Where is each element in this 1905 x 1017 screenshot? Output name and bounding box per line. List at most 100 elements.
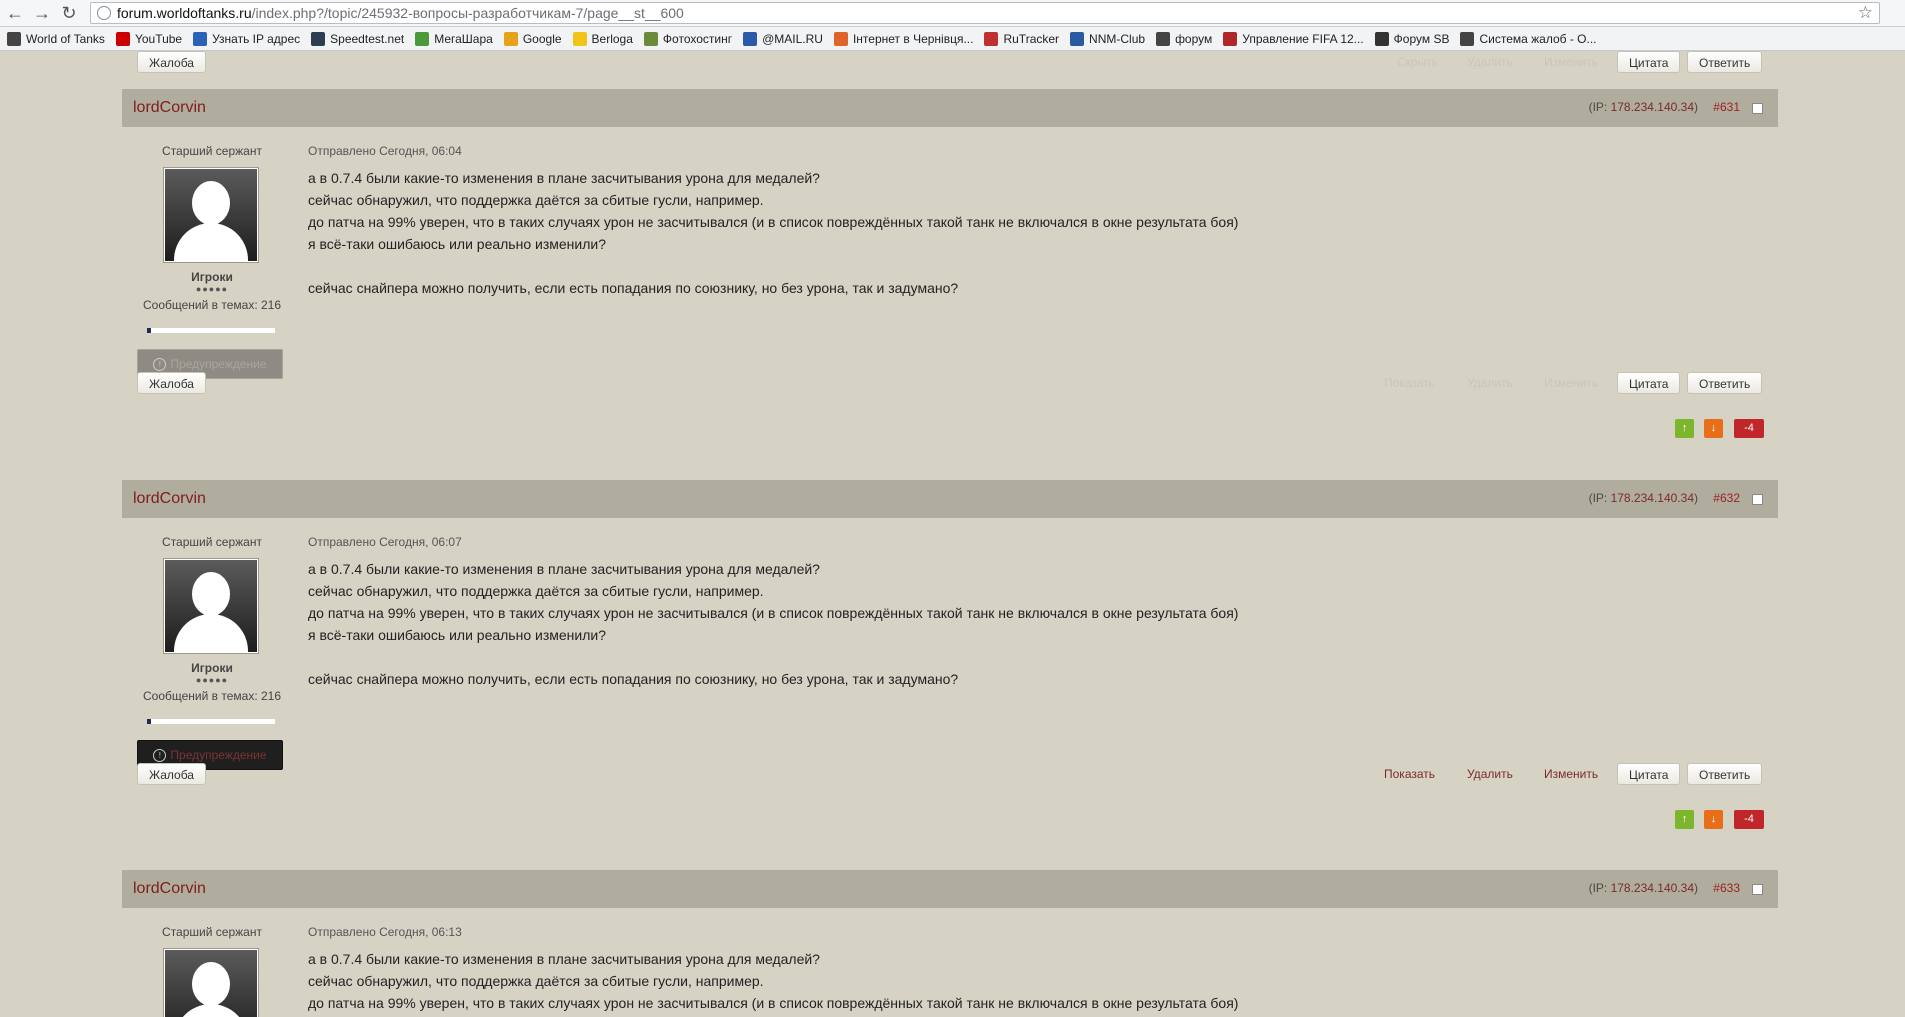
url-path: /index.php?/topic/245932-вопросы-разрабо… <box>251 5 684 21</box>
bookmark-item[interactable]: NNM-Club <box>1070 31 1146 46</box>
bookmark-label: YouTube <box>134 31 183 46</box>
complaint-button[interactable]: Жалоба <box>137 372 206 394</box>
post-number[interactable]: #631 <box>1713 100 1740 114</box>
bookmark-item[interactable]: форум <box>1156 31 1213 46</box>
bookmark-label: Google <box>522 31 562 46</box>
browser-toolbar: ← → ↻ forum.worldoftanks.ru/index.php?/t… <box>0 0 1905 27</box>
post-select-checkbox[interactable] <box>1752 103 1763 114</box>
user-rank: Старший сержант <box>162 925 262 939</box>
quote-button[interactable]: Цитата <box>1617 763 1681 785</box>
post-author[interactable]: lordCorvin <box>133 880 206 898</box>
ip-label: IP: <box>1592 491 1608 505</box>
post-ip: (IP: 178.234.140.34) <box>1588 881 1698 895</box>
reply-button[interactable]: Ответить <box>1687 372 1763 394</box>
post-header: lordCorvin (IP: 178.234.140.34) #633 <box>122 870 1778 908</box>
post-date: Отправлено Сегодня, 06:04 <box>308 144 462 158</box>
bookmark-label: Інтернет в Чернівця... <box>852 31 974 46</box>
post-text: а в 0.7.4 были какие-то изменения в план… <box>308 558 1238 690</box>
bookmark-item[interactable]: Форум SB <box>1374 31 1449 46</box>
bookmark-label: NNM-Club <box>1089 31 1146 46</box>
bookmark-item[interactable]: Узнать IP адрес <box>193 31 301 46</box>
page-icon <box>97 6 111 20</box>
bookmark-item[interactable]: Berloga <box>572 31 633 46</box>
ip-address[interactable]: 178.234.140.34 <box>1611 881 1694 895</box>
rep-up-icon[interactable]: ↑ <box>1675 419 1694 438</box>
post-select-checkbox[interactable] <box>1752 494 1763 505</box>
rep-down-icon[interactable]: ↓ <box>1704 419 1723 438</box>
mail-icon <box>743 31 758 46</box>
show-link[interactable]: Показать <box>1384 767 1435 781</box>
warning-level-bar <box>147 328 275 333</box>
post-line <box>308 646 1238 668</box>
bookmark-label: Управление FIFA 12... <box>1242 31 1364 46</box>
bookmark-label: World of Tanks <box>26 31 105 46</box>
post-line <box>308 255 1238 277</box>
post-number[interactable]: #633 <box>1713 881 1740 895</box>
post-author[interactable]: lordCorvin <box>133 490 206 508</box>
bookmark-item[interactable]: YouTube <box>115 31 183 46</box>
bookmark-label: Система жалоб - О... <box>1479 31 1597 46</box>
user-rank: Старший сержант <box>162 144 262 158</box>
complaint-button[interactable]: Жалоба <box>137 51 206 73</box>
bookmark-item[interactable]: Інтернет в Чернівця... <box>833 31 974 46</box>
post-author[interactable]: lordCorvin <box>133 99 206 117</box>
bookmark-label: Фотохостинг <box>662 31 733 46</box>
tank-icon <box>7 31 21 46</box>
bookmark-item[interactable]: RuTracker <box>984 31 1059 46</box>
post-ip: (IP: 178.234.140.34) <box>1588 491 1698 505</box>
back-icon[interactable]: ← <box>3 1 27 25</box>
avatar[interactable] <box>163 558 259 654</box>
bookmark-item[interactable]: World of Tanks <box>7 31 105 46</box>
rep-down-icon[interactable]: ↓ <box>1704 810 1723 829</box>
avatar[interactable] <box>163 948 259 1017</box>
avatar[interactable] <box>163 167 259 263</box>
ip-address[interactable]: 178.234.140.34 <box>1611 100 1694 114</box>
reload-icon[interactable]: ↻ <box>57 1 81 25</box>
delete-link[interactable]: Удалить <box>1467 376 1513 390</box>
reply-button[interactable]: Ответить <box>1687 51 1763 73</box>
bookmark-label: Узнать IP адрес <box>212 31 301 46</box>
quote-button[interactable]: Цитата <box>1617 51 1681 73</box>
bookmark-label: Speedtest.net <box>330 31 405 46</box>
bookmark-item[interactable]: МегаШара <box>415 31 493 46</box>
post-actions-row: Жалоба Показать Удалить Изменить Цитата … <box>122 757 1778 795</box>
warning-level-bar <box>147 719 275 724</box>
bookmark-star-icon[interactable]: ☆ <box>1858 3 1873 23</box>
post-line: сейчас снайпера можно получить, если ест… <box>308 671 959 687</box>
ip-label: IP: <box>1592 881 1608 895</box>
shield-icon <box>1156 31 1171 46</box>
bookmark-item[interactable]: Управление FIFA 12... <box>1223 31 1364 46</box>
post-number[interactable]: #632 <box>1713 491 1740 505</box>
shield-icon <box>1460 31 1475 46</box>
ip-address[interactable]: 178.234.140.34 <box>1611 491 1694 505</box>
ip-label: IP: <box>1592 100 1608 114</box>
complaint-button[interactable]: Жалоба <box>137 763 206 785</box>
bookmark-item[interactable]: Фотохостинг <box>643 31 733 46</box>
hide-link[interactable]: Скрыть <box>1397 55 1438 69</box>
post-header: lordCorvin (IP: 178.234.140.34) #632 <box>122 480 1778 518</box>
bookmark-label: форум <box>1175 31 1213 46</box>
edit-link[interactable]: Изменить <box>1544 376 1598 390</box>
delete-link[interactable]: Удалить <box>1467 55 1513 69</box>
bookmark-item[interactable]: @MAIL.RU <box>743 31 823 46</box>
edit-link[interactable]: Изменить <box>1544 767 1598 781</box>
bird-icon <box>1374 31 1389 46</box>
bookmark-item[interactable]: Система жалоб - О... <box>1460 31 1597 46</box>
post-select-checkbox[interactable] <box>1752 884 1763 895</box>
post-text: а в 0.7.4 были какие-то изменения в план… <box>308 167 1238 299</box>
forward-icon[interactable]: → <box>30 1 54 25</box>
bookmark-item[interactable]: Speedtest.net <box>311 31 405 46</box>
bookmark-item[interactable]: Google <box>503 31 562 46</box>
rep-up-icon[interactable]: ↑ <box>1675 810 1694 829</box>
rating-pips: ●●●●● <box>195 675 229 685</box>
show-link[interactable]: Показать <box>1384 376 1435 390</box>
edit-link[interactable]: Изменить <box>1544 55 1598 69</box>
reply-button[interactable]: Ответить <box>1687 763 1763 785</box>
quote-button[interactable]: Цитата <box>1617 372 1681 394</box>
post-line: до патча на 99% уверен, что в таких случ… <box>308 995 1239 1011</box>
post-header: lordCorvin (IP: 178.234.140.34) #631 <box>122 89 1778 127</box>
post-body: Старший сержант Отправлено Сегодня, 06:1… <box>122 908 1778 1017</box>
post-date: Отправлено Сегодня, 06:13 <box>308 925 462 939</box>
delete-link[interactable]: Удалить <box>1467 767 1513 781</box>
address-bar[interactable]: forum.worldoftanks.ru/index.php?/topic/2… <box>90 2 1880 24</box>
